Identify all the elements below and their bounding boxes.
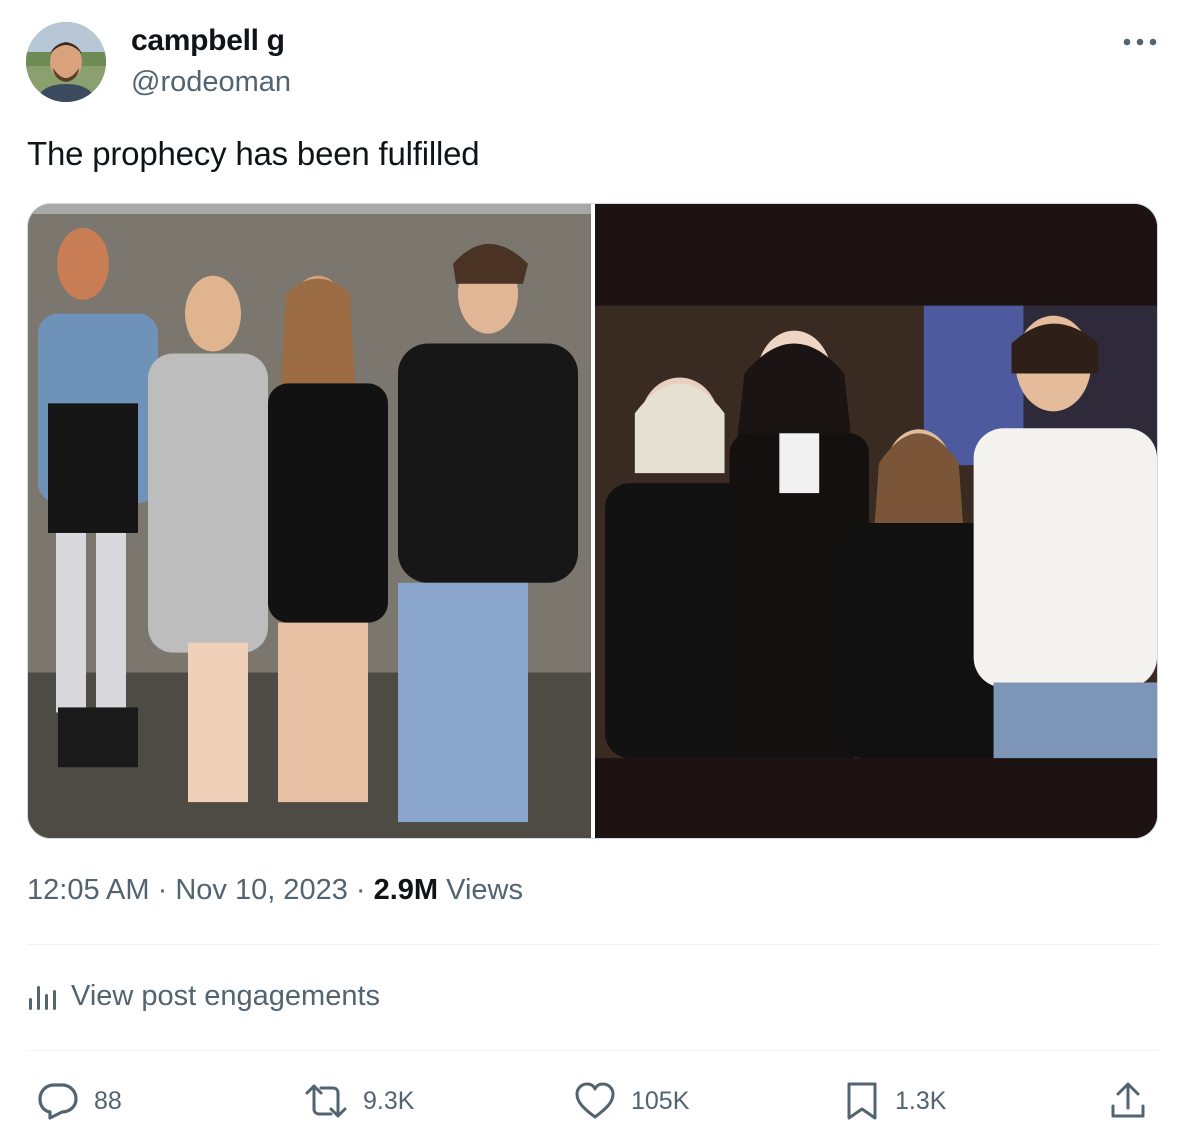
display-name[interactable]: campbell g [131, 24, 285, 58]
media-image-right[interactable] [595, 204, 1157, 838]
meta-separator: · [157, 874, 176, 906]
tweet-text: The prophecy has been fulfilled [27, 135, 480, 172]
reply-icon [38, 1083, 78, 1120]
engagements-label: View post engagements [71, 980, 381, 1012]
media-image-left[interactable] [28, 204, 591, 838]
analytics-icon [29, 985, 56, 1010]
like-count: 105K [631, 1086, 690, 1115]
views-label: Views [446, 874, 523, 906]
views-count: 2.9M [373, 874, 447, 906]
avatar[interactable] [26, 22, 106, 102]
meta-separator: · [355, 874, 374, 906]
share-button[interactable] [1108, 1078, 1162, 1124]
more-icon [1123, 38, 1157, 46]
tweet-meta: 12:05 AM · Nov 10, 2023 · 2.9M Views [27, 874, 523, 907]
heart-icon [575, 1082, 615, 1119]
photo-group-left [28, 204, 591, 838]
bookmark-button[interactable]: 1.3K [843, 1078, 946, 1124]
bookmark-icon [847, 1082, 877, 1120]
reply-button[interactable]: 88 [36, 1078, 122, 1124]
user-handle[interactable]: @rodeoman [131, 66, 291, 99]
media-grid [27, 203, 1158, 839]
divider [27, 1050, 1158, 1051]
tweet-time[interactable]: 12:05 AM [27, 874, 150, 906]
share-icon [1111, 1082, 1145, 1118]
repost-count: 9.3K [363, 1086, 415, 1115]
tweet-date[interactable]: Nov 10, 2023 [175, 874, 348, 906]
more-options-button[interactable] [1118, 28, 1162, 56]
repost-button[interactable]: 9.3K [303, 1078, 414, 1124]
avatar-photo [26, 22, 106, 102]
view-engagements-link[interactable]: View post engagements [27, 980, 380, 1013]
reply-count: 88 [94, 1086, 122, 1115]
divider [27, 944, 1158, 945]
repost-icon [305, 1084, 347, 1118]
like-button[interactable]: 105K [573, 1078, 689, 1124]
photo-group-right [595, 204, 1157, 838]
bookmark-count: 1.3K [895, 1086, 947, 1115]
